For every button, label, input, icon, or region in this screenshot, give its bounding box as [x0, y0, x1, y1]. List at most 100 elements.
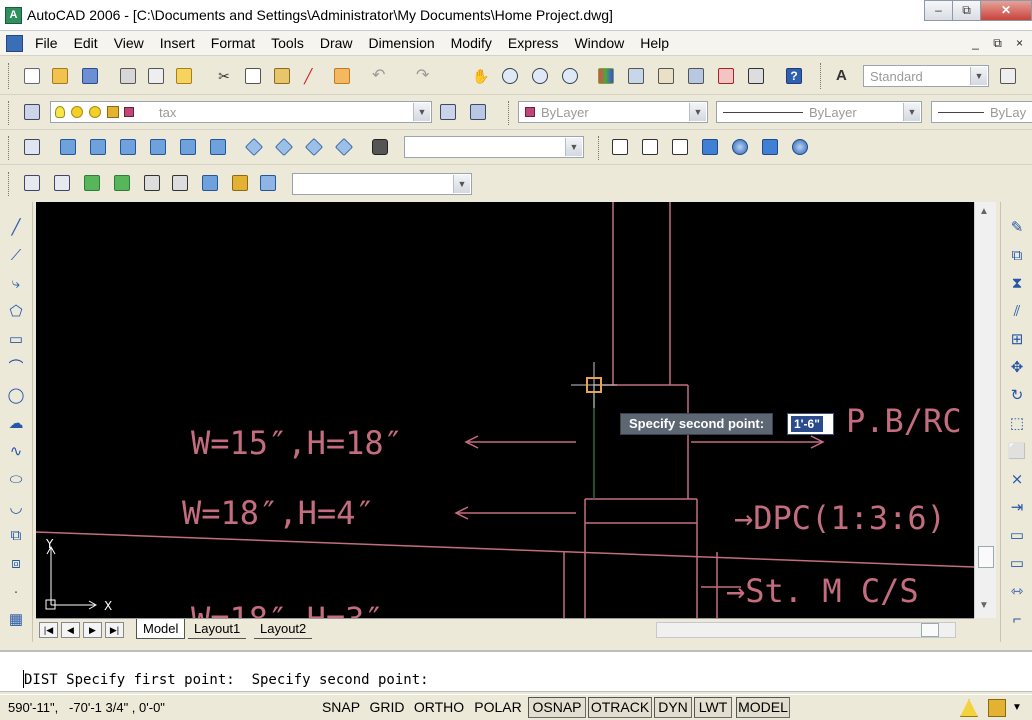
snap-toggle[interactable]: SNAP	[318, 697, 364, 718]
markup-icon[interactable]	[716, 66, 736, 86]
view-ucs-icon[interactable]	[200, 173, 220, 193]
flat-shaded-edges-icon[interactable]	[760, 137, 780, 157]
menu-modify[interactable]: Modify	[451, 35, 500, 51]
vertical-scrollbar[interactable]: ▲ ▼	[974, 202, 996, 618]
sw-isometric-icon[interactable]	[244, 137, 264, 157]
drawing-canvas[interactable]: W=15″,H=18″ W=18″,H=4″ W=18″,H=3″ P.B/RC…	[36, 202, 974, 618]
menu-express[interactable]: Express	[508, 35, 567, 51]
tab-model[interactable]: Model	[136, 619, 186, 639]
menu-insert[interactable]: Insert	[160, 35, 203, 51]
copy-icon[interactable]	[243, 66, 263, 86]
toolbar-grip[interactable]	[8, 101, 11, 125]
world-ucs-icon[interactable]	[112, 173, 132, 193]
layer-manager-icon[interactable]	[22, 102, 42, 122]
ucs-icon[interactable]	[22, 173, 42, 193]
construction-line-icon[interactable]: ⟋	[6, 246, 26, 266]
chevron-down-icon[interactable]: ▼	[453, 175, 470, 193]
join-icon[interactable]: ▭	[1007, 554, 1027, 574]
text-style-icon[interactable]: A	[834, 66, 854, 86]
rotate-icon[interactable]: ↻	[1007, 386, 1027, 406]
ne-isometric-icon[interactable]	[304, 137, 324, 157]
next-tab-button[interactable]: ▶	[83, 622, 102, 638]
object-ucs-icon[interactable]	[142, 173, 162, 193]
rectangle-icon[interactable]: ▭	[6, 330, 26, 350]
cut-icon[interactable]: ✂	[214, 66, 234, 86]
menu-draw[interactable]: Draw	[320, 35, 361, 51]
zoom-realtime-icon[interactable]	[500, 66, 520, 86]
toolbar-grip[interactable]	[598, 136, 601, 160]
grid-toggle[interactable]: GRID	[366, 697, 408, 718]
menu-tools[interactable]: Tools	[271, 35, 312, 51]
spline-icon[interactable]: ∿	[6, 442, 26, 462]
toolbar-grip[interactable]	[8, 63, 11, 89]
offset-icon[interactable]: ⫽	[1007, 302, 1027, 322]
scroll-down-icon[interactable]: ▼	[979, 600, 989, 611]
toolbar-grip[interactable]	[820, 63, 823, 89]
dyn-toggle[interactable]: DYN	[654, 697, 692, 718]
tab-layout2[interactable]: Layout2	[254, 619, 313, 639]
plot-icon[interactable]	[118, 66, 138, 86]
menu-file[interactable]: File	[35, 35, 66, 51]
redo-icon[interactable]: ↷	[414, 66, 434, 86]
plot-preview-icon[interactable]	[146, 66, 166, 86]
menu-view[interactable]: View	[114, 35, 152, 51]
scale-icon[interactable]: ⬚	[1007, 414, 1027, 434]
paste-icon[interactable]	[272, 66, 292, 86]
hidden-icon[interactable]	[670, 137, 690, 157]
hatch-icon[interactable]: ▦	[6, 610, 26, 630]
ellipse-icon[interactable]: ⬭	[6, 470, 26, 490]
design-center-icon[interactable]	[626, 66, 646, 86]
front-view-icon[interactable]	[178, 137, 198, 157]
menu-dimension[interactable]: Dimension	[369, 35, 443, 51]
menu-format[interactable]: Format	[211, 35, 263, 51]
mirror-icon[interactable]: ⧗	[1007, 274, 1027, 294]
color-combo[interactable]: ByLayer ▼	[518, 101, 708, 123]
tab-layout1[interactable]: Layout1	[188, 619, 247, 639]
status-menu-chevron-icon[interactable]: ▼	[1012, 699, 1026, 717]
se-isometric-icon[interactable]	[274, 137, 294, 157]
lock-icon[interactable]	[988, 699, 1006, 717]
bottom-view-icon[interactable]	[88, 137, 108, 157]
gouraud-edges-icon[interactable]	[790, 137, 810, 157]
polyline-icon[interactable]: ⤷	[6, 274, 26, 294]
back-view-icon[interactable]	[208, 137, 228, 157]
chevron-down-icon[interactable]: ▼	[565, 138, 582, 156]
autocad-app-icon[interactable]: A	[5, 7, 22, 24]
open-file-icon[interactable]	[50, 66, 70, 86]
dimension-style-icon[interactable]	[998, 66, 1018, 86]
toolbar-grip[interactable]	[8, 136, 11, 160]
tool-palettes-icon[interactable]	[656, 66, 676, 86]
menu-help[interactable]: Help	[640, 35, 677, 51]
chevron-down-icon[interactable]: ▼	[903, 103, 920, 121]
chevron-down-icon[interactable]: ▼	[689, 103, 706, 121]
polygon-icon[interactable]: ⬠	[6, 302, 26, 322]
document-icon[interactable]	[6, 35, 23, 52]
warning-icon[interactable]	[960, 699, 978, 717]
flat-shaded-icon[interactable]	[700, 137, 720, 157]
z-axis-vector-ucs-icon[interactable]	[258, 173, 278, 193]
trim-icon[interactable]: ⨯	[1007, 470, 1027, 490]
close-button[interactable]: ✕	[980, 0, 1032, 21]
nw-isometric-icon[interactable]	[334, 137, 354, 157]
line-icon[interactable]: ╱	[6, 218, 26, 238]
point-icon[interactable]: ·	[6, 582, 26, 602]
calculator-icon[interactable]	[746, 66, 766, 86]
arc-icon[interactable]: ⌒	[6, 358, 26, 378]
zoom-window-icon[interactable]	[530, 66, 550, 86]
toolbar-grip[interactable]	[508, 101, 511, 125]
scroll-up-icon[interactable]: ▲	[979, 206, 989, 217]
erase-icon[interactable]: ✎	[1007, 218, 1027, 238]
lwt-toggle[interactable]: LWT	[694, 697, 732, 718]
match-properties-icon[interactable]: ╱	[302, 66, 322, 86]
array-icon[interactable]: ⊞	[1007, 330, 1027, 350]
dynamic-input-field[interactable]: 1'-6"	[787, 413, 834, 435]
named-views-icon[interactable]	[22, 137, 42, 157]
fillet-icon[interactable]: ⌐	[1007, 610, 1027, 630]
save-icon[interactable]	[80, 66, 100, 86]
right-view-icon[interactable]	[148, 137, 168, 157]
top-view-icon[interactable]	[58, 137, 78, 157]
horizontal-scroll-thumb[interactable]	[921, 623, 939, 637]
2d-wireframe-icon[interactable]	[610, 137, 630, 157]
camera-icon[interactable]	[370, 137, 390, 157]
previous-tab-button[interactable]: ◀	[61, 622, 80, 638]
